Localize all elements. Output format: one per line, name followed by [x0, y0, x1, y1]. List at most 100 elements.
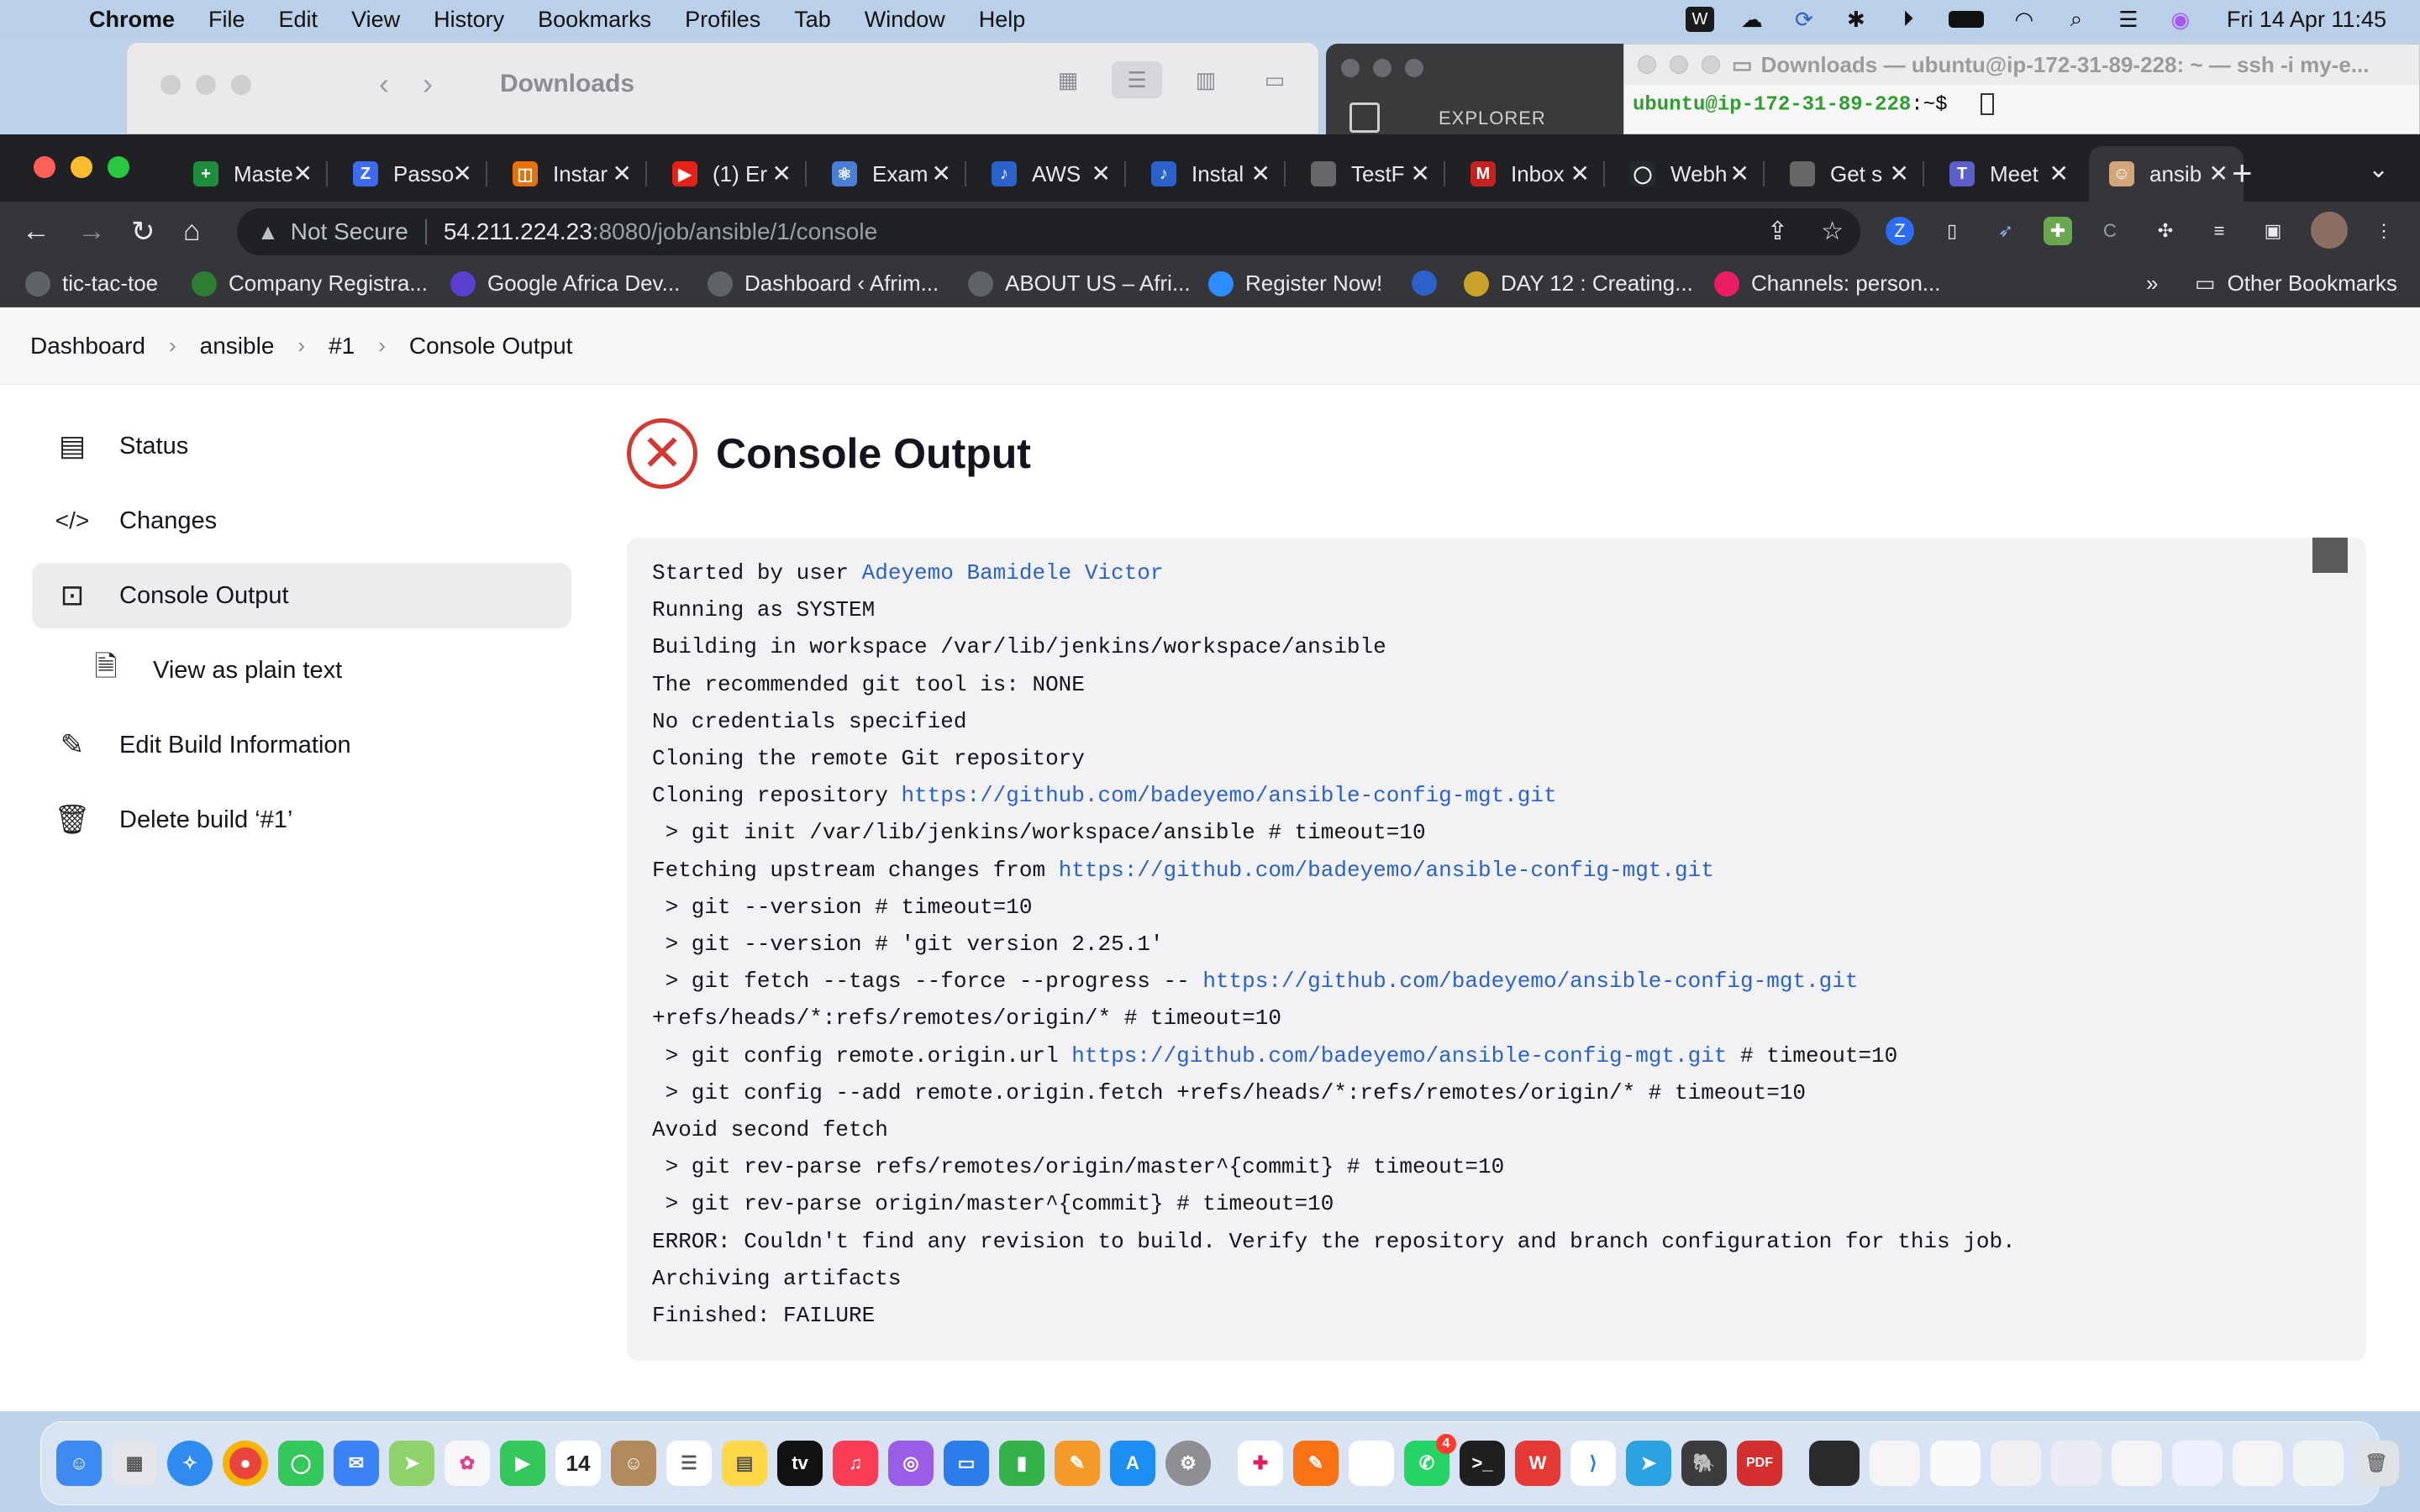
console-link[interactable]: Adeyemo Bamidele Victor — [862, 560, 1164, 585]
minimize-window-button[interactable] — [71, 156, 92, 178]
bookmark-item[interactable] — [1412, 270, 1449, 296]
bookmark-item[interactable]: DAY 12 : Creating... — [1464, 270, 1693, 297]
menu-tab[interactable]: Tab — [794, 7, 831, 33]
console-link[interactable]: https://github.com/badeyemo/ansible-conf… — [1059, 858, 1714, 883]
close-tab-icon[interactable]: ✕ — [1251, 160, 1270, 187]
forward-icon[interactable]: › — [423, 66, 433, 102]
sidebar-item-changes[interactable]: </> Changes — [32, 488, 571, 554]
bookmark-item[interactable]: ABOUT US – Afri... — [968, 270, 1191, 297]
close-tab-icon[interactable]: ✕ — [2209, 160, 2228, 187]
console-link[interactable]: https://github.com/badeyemo/ansible-conf… — [1071, 1043, 1727, 1068]
tab-9[interactable]: ◯ Webh ✕ — [1610, 146, 1765, 202]
tab-6[interactable]: ♪ Instal ✕ — [1131, 146, 1286, 202]
wifi-icon[interactable]: ◠ — [2010, 7, 2039, 32]
pgadmin-dock-icon[interactable]: 🐘 — [1681, 1441, 1727, 1486]
close-tab-icon[interactable]: ✕ — [1092, 160, 1111, 187]
minimized-window-thumb[interactable] — [1809, 1441, 1860, 1486]
minimized-window-thumb[interactable] — [2051, 1441, 2102, 1486]
minimized-window-thumb[interactable] — [1870, 1441, 1920, 1486]
menu-file[interactable]: File — [208, 7, 245, 33]
minimized-window-thumb[interactable] — [2293, 1441, 2344, 1486]
appstore-dock-icon[interactable]: A — [1110, 1441, 1155, 1486]
mail-dock-icon[interactable]: ✉ — [334, 1441, 379, 1486]
control-center-icon[interactable]: ☰ — [2114, 7, 2143, 32]
menu-bookmarks[interactable]: Bookmarks — [538, 7, 651, 33]
close-tab-icon[interactable]: ✕ — [1730, 160, 1749, 187]
tab-2[interactable]: ◫ Instar ✕ — [492, 146, 647, 202]
console-link[interactable]: https://github.com/badeyemo/ansible-conf… — [901, 783, 1556, 808]
terminal-dock-icon[interactable]: >_ — [1460, 1441, 1505, 1486]
sidebar-item-edit-build[interactable]: ✎ Edit Build Information — [32, 712, 571, 778]
new-tab-button[interactable]: + — [2232, 153, 2253, 193]
breadcrumb-build[interactable]: #1 — [329, 333, 355, 360]
blank-doc-dock-icon[interactable] — [1349, 1441, 1394, 1486]
calendar-dock-icon[interactable]: 14 — [555, 1441, 601, 1486]
reminders-dock-icon[interactable]: ☰ — [666, 1441, 712, 1486]
menu-view[interactable]: View — [351, 7, 400, 33]
rocket-extension-icon[interactable]: ➶ — [1991, 217, 2020, 245]
whatsapp-dock-icon[interactable]: ✆ 4 — [1404, 1434, 1456, 1486]
launchpad-dock-icon[interactable]: ▦ — [112, 1441, 157, 1486]
contacts-dock-icon[interactable]: ☺ — [611, 1441, 656, 1486]
messages-dock-icon[interactable]: ◯ — [278, 1441, 324, 1486]
icon-view-icon[interactable]: ▦ — [1043, 61, 1093, 98]
cloud-icon[interactable]: ☁ — [1738, 7, 1766, 32]
sidebar-item-delete-build[interactable]: 🗑 Delete build ‘#1’ — [32, 787, 571, 853]
minimized-window-thumb[interactable] — [2112, 1441, 2162, 1486]
close-window-button[interactable] — [34, 156, 55, 178]
menu-history[interactable]: History — [434, 7, 504, 33]
menu-app-name[interactable]: Chrome — [89, 7, 175, 33]
bookmark-item[interactable]: tic-tac-toe — [25, 270, 158, 297]
pdf-dock-icon[interactable]: PDF — [1737, 1441, 1782, 1486]
sketch-dock-icon[interactable]: ✎ — [1293, 1441, 1339, 1486]
console-link[interactable]: https://github.com/badeyemo/ansible-conf… — [1202, 969, 1858, 994]
close-tab-icon[interactable]: ✕ — [1890, 160, 1909, 187]
tab-3[interactable]: ▶ (1) Er ✕ — [652, 146, 807, 202]
close-tab-icon[interactable]: ✕ — [613, 160, 632, 187]
colorful-extension-icon[interactable]: ✚ — [2044, 217, 2072, 245]
pages-dock-icon[interactable]: ✎ — [1055, 1441, 1100, 1486]
podcasts-dock-icon[interactable]: ◎ — [888, 1441, 934, 1486]
minimized-window-thumb[interactable] — [2233, 1441, 2283, 1486]
breadcrumb-job[interactable]: ansible — [200, 333, 275, 360]
safari-dock-icon[interactable]: ✧ — [167, 1441, 213, 1486]
forward-button[interactable]: → — [77, 215, 106, 248]
telegram-dock-icon[interactable]: ➤ — [1626, 1441, 1671, 1486]
menu-window[interactable]: Window — [865, 7, 945, 33]
widget-toggle-icon[interactable] — [2312, 538, 2348, 573]
tab-7[interactable]: TestF ✕ — [1291, 146, 1445, 202]
slack-dock-icon[interactable]: ✚ — [1238, 1441, 1283, 1486]
close-tab-icon[interactable]: ✕ — [1570, 160, 1590, 187]
close-tab-icon[interactable]: ✕ — [772, 160, 792, 187]
tab-12[interactable]: ☺ ansib ✕ — [2089, 146, 2244, 202]
home-button[interactable]: ⌂ — [183, 215, 201, 248]
music-dock-icon[interactable]: ♫ — [833, 1441, 878, 1486]
minimized-window-thumb[interactable] — [2172, 1441, 2223, 1486]
zoom-window-button[interactable] — [108, 156, 129, 178]
sidebar-item-status[interactable]: ▤ Status — [32, 413, 571, 479]
list-view-icon[interactable]: ☰ — [1112, 61, 1162, 98]
more-menu-icon[interactable]: ⋮ — [2370, 217, 2398, 245]
bookmark-item[interactable]: Google Africa Dev... — [450, 270, 680, 297]
wps-dock-icon[interactable]: W — [1515, 1441, 1560, 1486]
appletv-dock-icon[interactable]: tv — [777, 1441, 823, 1486]
sidebar-item-plain-text[interactable]: 🗎 View as plain text — [32, 638, 571, 703]
terminal-prompt[interactable]: ubuntu@ip-172-31-89-228:~$ — [1624, 85, 2419, 116]
close-tab-icon[interactable]: ✕ — [453, 160, 472, 187]
tab-11[interactable]: T Meet ✕ — [1929, 146, 2084, 202]
minimized-window-thumb[interactable] — [1930, 1441, 1981, 1486]
menu-clock[interactable]: Fri 14 Apr 11:45 — [2227, 7, 2386, 33]
close-tab-icon[interactable]: ✕ — [1411, 160, 1430, 187]
bookmarks-overflow-icon[interactable]: » — [2146, 270, 2158, 297]
trash-dock-icon[interactable]: 🗑 — [2354, 1441, 2399, 1486]
vscode-dock-icon[interactable]: ⟩ — [1570, 1441, 1616, 1486]
c-extension-icon[interactable]: C — [2096, 217, 2124, 245]
tab-4[interactable]: ⚛ Exam ✕ — [812, 146, 966, 202]
tab-0[interactable]: + Maste ✕ — [173, 146, 328, 202]
profile-avatar[interactable] — [2311, 212, 2348, 249]
photos-dock-icon[interactable]: ✿ — [445, 1441, 490, 1486]
wps-icon[interactable]: W — [1685, 7, 1714, 32]
bookmark-item[interactable]: Company Registra... — [192, 270, 428, 297]
keynote-dock-icon[interactable]: ▭ — [944, 1441, 989, 1486]
bookmark-item[interactable]: Channels: person... — [1714, 270, 1940, 297]
